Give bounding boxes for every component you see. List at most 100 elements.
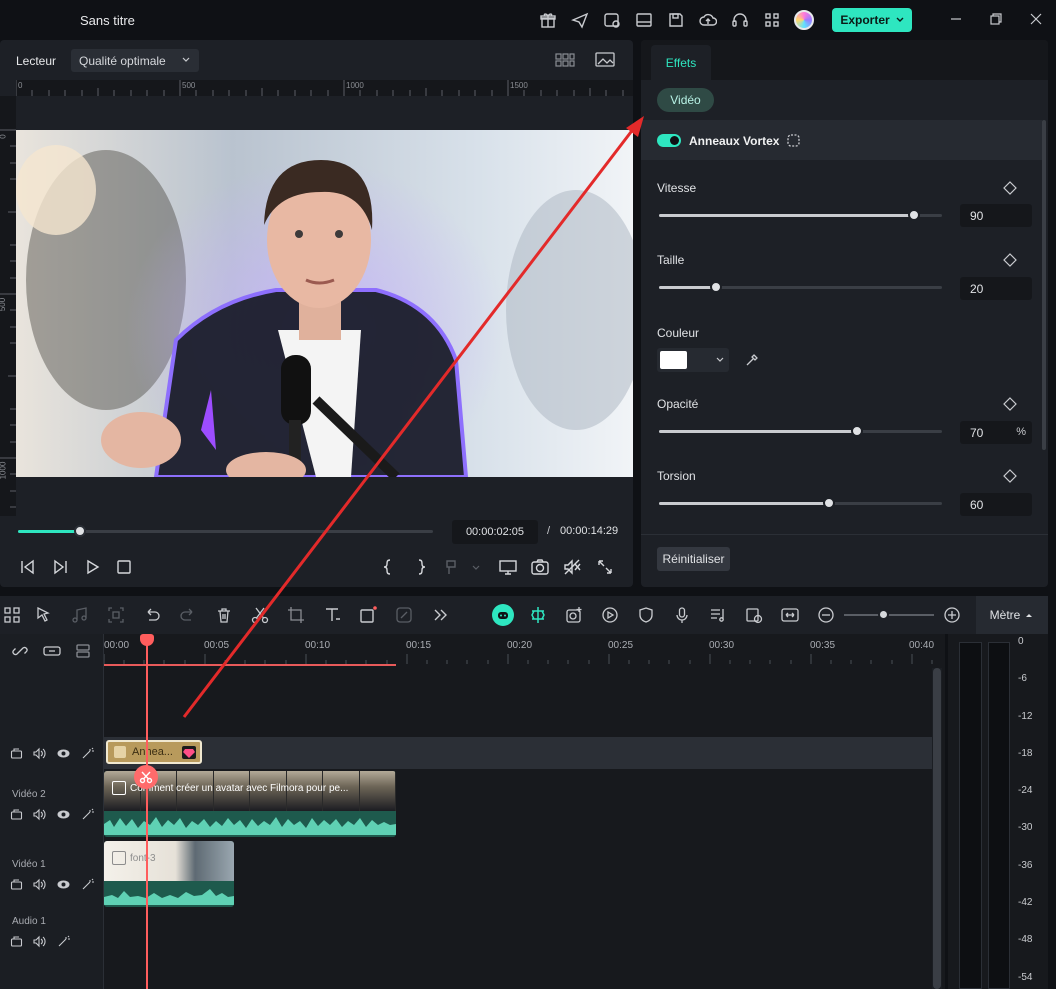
- timeline-scrollbar[interactable]: [932, 668, 942, 989]
- track-visibility-icon[interactable]: [57, 808, 70, 821]
- snapshot-icon[interactable]: [530, 557, 550, 577]
- track-volume-icon[interactable]: [33, 808, 46, 821]
- auto-play-icon[interactable]: [601, 606, 619, 624]
- layout-icon[interactable]: [635, 11, 653, 29]
- crop-icon[interactable]: [287, 606, 305, 624]
- grid-view-icon[interactable]: [555, 52, 575, 68]
- quality-select[interactable]: Qualité optimale: [71, 49, 199, 72]
- mask-selection-icon[interactable]: [786, 133, 801, 148]
- zoom-slider[interactable]: [844, 614, 934, 616]
- meter-toggle-button[interactable]: Mètre: [976, 596, 1048, 634]
- track-ai-icon[interactable]: [81, 747, 94, 760]
- effect-toggle[interactable]: [657, 134, 681, 147]
- track-ai-icon[interactable]: [81, 878, 94, 891]
- fit-timeline-icon[interactable]: [781, 606, 799, 624]
- twist-value[interactable]: 60: [960, 493, 1032, 516]
- keyframe-icon[interactable]: [1003, 181, 1017, 195]
- shield-icon[interactable]: [637, 606, 655, 624]
- chevron-down-icon[interactable]: [470, 557, 490, 577]
- close-icon[interactable]: [1028, 11, 1044, 27]
- track-ai-icon[interactable]: [81, 808, 94, 821]
- zoom-out-icon[interactable]: [817, 606, 835, 624]
- color-picker[interactable]: [657, 348, 729, 372]
- select-tool-icon[interactable]: [35, 606, 53, 624]
- snap-magnet-icon[interactable]: [529, 606, 547, 624]
- more-tools-icon[interactable]: [431, 606, 449, 624]
- opacity-value[interactable]: 70 %: [960, 421, 1032, 444]
- tab-effects[interactable]: Effets: [651, 45, 711, 80]
- keyframe-icon[interactable]: [1003, 469, 1017, 483]
- speed-value[interactable]: 90: [960, 204, 1032, 227]
- track-lock-icon[interactable]: [10, 878, 23, 891]
- slider-handle[interactable]: [907, 209, 920, 221]
- ai-crop-icon[interactable]: [107, 606, 125, 624]
- ai-assistant-icon[interactable]: [492, 604, 514, 626]
- zoom-slider-handle[interactable]: [878, 609, 889, 620]
- split-scissors-icon[interactable]: [251, 606, 269, 624]
- timeline-ruler[interactable]: 00:00 00:05 00:10 00:15 00:20 00:25 00:3…: [104, 634, 945, 666]
- scrollbar-thumb[interactable]: [933, 668, 941, 989]
- minimize-icon[interactable]: [948, 11, 964, 27]
- video-clip-1[interactable]: font-3: [104, 841, 234, 907]
- track-volume-icon[interactable]: [33, 878, 46, 891]
- video-preview[interactable]: [16, 130, 633, 477]
- scrubber-handle[interactable]: [74, 525, 87, 537]
- media-manager-icon[interactable]: [603, 11, 621, 29]
- slider-handle[interactable]: [822, 497, 835, 509]
- slider-handle[interactable]: [851, 425, 864, 437]
- text-icon[interactable]: [323, 606, 341, 624]
- current-time[interactable]: 00:00:02:05: [452, 520, 538, 544]
- play-icon[interactable]: [82, 557, 102, 577]
- track-lock-icon[interactable]: [10, 808, 23, 821]
- speed-slider[interactable]: [659, 209, 942, 221]
- export-button[interactable]: Exporter: [832, 8, 912, 32]
- stop-icon[interactable]: [114, 557, 134, 577]
- track-volume-icon[interactable]: [33, 935, 46, 948]
- track-volume-icon[interactable]: [33, 747, 46, 760]
- track-lock-icon[interactable]: [10, 747, 23, 760]
- category-video[interactable]: Vidéo: [657, 88, 714, 112]
- playhead[interactable]: [146, 634, 148, 989]
- insert-marker-icon[interactable]: [443, 557, 463, 577]
- color-match-icon[interactable]: [395, 606, 413, 624]
- zoom-in-icon[interactable]: [943, 606, 961, 624]
- size-slider[interactable]: [659, 281, 942, 293]
- track-manager-icon[interactable]: [75, 643, 91, 659]
- track-lock-icon[interactable]: [10, 935, 23, 948]
- apps-grid-icon[interactable]: [763, 11, 781, 29]
- audio-edit-icon[interactable]: [71, 606, 89, 624]
- mark-in-icon[interactable]: [378, 557, 398, 577]
- audio-list-icon[interactable]: [709, 606, 727, 624]
- delete-icon[interactable]: [215, 606, 233, 624]
- eyedropper-icon[interactable]: [744, 352, 760, 368]
- preview-render-icon[interactable]: [745, 606, 763, 624]
- slider-handle[interactable]: [709, 281, 722, 293]
- restore-icon[interactable]: [988, 11, 1004, 27]
- redo-icon[interactable]: [179, 606, 197, 624]
- layout-grid-icon[interactable]: [3, 606, 21, 624]
- save-icon[interactable]: [667, 11, 685, 29]
- next-frame-icon[interactable]: [50, 557, 70, 577]
- link-icon[interactable]: [12, 643, 28, 659]
- fullscreen-icon[interactable]: [595, 557, 615, 577]
- user-avatar-icon[interactable]: [794, 10, 814, 30]
- cloud-upload-icon[interactable]: [699, 11, 717, 29]
- size-value[interactable]: 20: [960, 277, 1032, 300]
- keyframe-icon[interactable]: [1003, 253, 1017, 267]
- mark-out-icon[interactable]: [411, 557, 431, 577]
- track-visibility-icon[interactable]: [57, 747, 70, 760]
- microphone-icon[interactable]: [673, 606, 691, 624]
- headset-icon[interactable]: [731, 11, 749, 29]
- track-ai-icon[interactable]: [57, 935, 70, 948]
- image-icon[interactable]: [595, 51, 615, 69]
- add-sticker-icon[interactable]: [565, 606, 583, 624]
- keyframe-icon[interactable]: [1003, 397, 1017, 411]
- scissors-icon[interactable]: [134, 765, 158, 789]
- send-icon[interactable]: [571, 11, 589, 29]
- effects-scrollbar[interactable]: [1042, 120, 1046, 450]
- gift-icon[interactable]: [539, 11, 557, 29]
- track-visibility-icon[interactable]: [57, 878, 70, 891]
- add-track-icon[interactable]: [43, 643, 61, 659]
- transform-icon[interactable]: [359, 606, 377, 624]
- reset-button[interactable]: Réinitialiser: [657, 547, 730, 571]
